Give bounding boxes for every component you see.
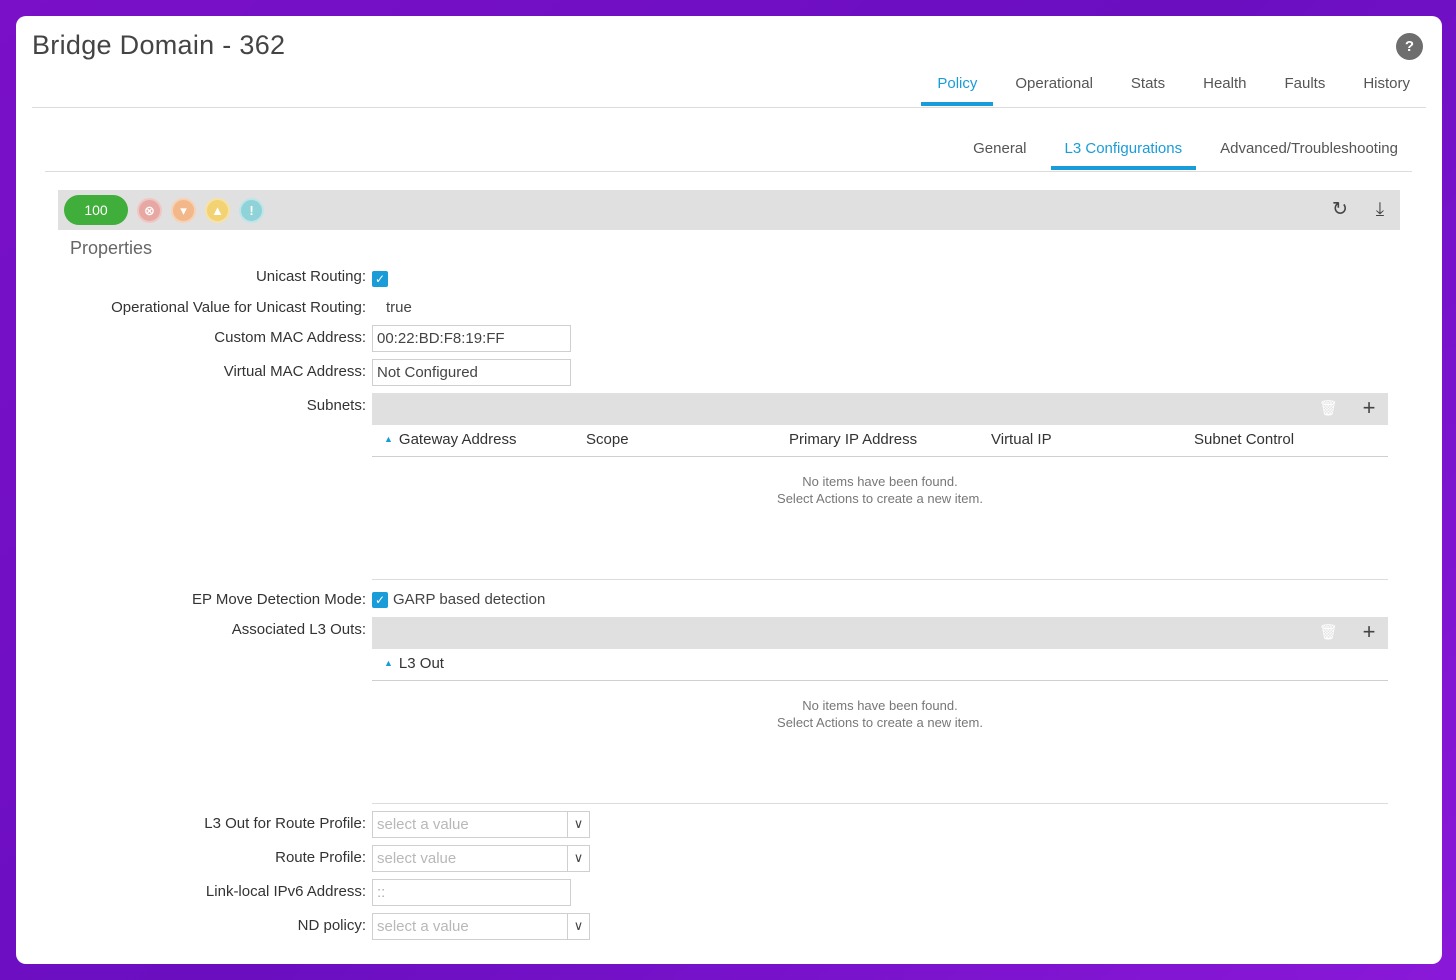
sub-tabs: General L3 Configurations Advanced/Troub…: [949, 132, 1412, 172]
column-primary-ip[interactable]: Primary IP Address: [789, 431, 917, 448]
link-local-ipv6-input[interactable]: ::: [372, 879, 571, 906]
download-icon[interactable]: ⤓: [1368, 198, 1392, 222]
tab-operational[interactable]: Operational: [999, 68, 1109, 106]
tab-history[interactable]: History: [1347, 68, 1426, 106]
garp-detection-label: GARP based detection: [393, 591, 546, 608]
l3outs-empty-message: No items have been found. Select Actions…: [777, 698, 983, 730]
subnets-toolbar: 🗑 +: [372, 393, 1388, 425]
subnets-label: Subnets:: [306, 397, 366, 414]
l3outs-table-bottom: [372, 803, 1388, 804]
l3out-route-profile-label: L3 Out for Route Profile:: [204, 815, 366, 832]
virtual-mac-label: Virtual MAC Address:: [223, 363, 366, 380]
properties-heading: Properties: [70, 238, 153, 258]
add-icon[interactable]: +: [1359, 620, 1379, 644]
chevron-down-icon[interactable]: ∨: [567, 914, 589, 939]
column-l3-out[interactable]: ▲ L3 Out: [384, 655, 444, 672]
add-icon[interactable]: +: [1359, 396, 1379, 420]
subnets-table-bottom: [372, 579, 1388, 580]
virtual-mac-input[interactable]: Not Configured: [372, 359, 571, 386]
route-profile-select[interactable]: select value ∨: [372, 845, 590, 872]
critical-fault-icon[interactable]: ⊗: [137, 198, 162, 223]
help-icon[interactable]: ?: [1396, 33, 1423, 60]
chevron-down-icon[interactable]: ∨: [567, 846, 589, 871]
subnets-table-header: ▲ Gateway Address Scope Primary IP Addres…: [372, 425, 1388, 457]
ep-move-label: EP Move Detection Mode:: [192, 591, 366, 608]
sort-ascending-icon: ▲: [384, 434, 393, 444]
chevron-down-icon[interactable]: ∨: [567, 812, 589, 837]
op-unicast-value: true: [386, 299, 412, 316]
custom-mac-input[interactable]: 00:22:BD:F8:19:FF: [372, 325, 571, 352]
tab-faults[interactable]: Faults: [1268, 68, 1341, 106]
tab-l3-configurations[interactable]: L3 Configurations: [1050, 132, 1197, 170]
tab-general[interactable]: General: [959, 132, 1040, 170]
tab-health[interactable]: Health: [1187, 68, 1262, 106]
main-tabs: Policy Operational Stats Health Faults H…: [915, 68, 1426, 108]
minor-fault-icon[interactable]: ▲: [205, 198, 230, 223]
l3out-route-profile-select[interactable]: select a value ∨: [372, 811, 590, 838]
nd-policy-select[interactable]: select a value ∨: [372, 913, 590, 940]
trash-icon[interactable]: 🗑: [1319, 624, 1338, 642]
sub-tabs-divider: [45, 171, 1412, 172]
link-local-ipv6-label: Link-local IPv6 Address:: [205, 883, 366, 900]
column-subnet-control[interactable]: Subnet Control: [1194, 431, 1294, 448]
health-score-badge[interactable]: 100: [64, 195, 128, 225]
l3outs-table-header: ▲ L3 Out: [372, 649, 1388, 681]
column-virtual-ip[interactable]: Virtual IP: [991, 431, 1052, 448]
assoc-l3-outs-label: Associated L3 Outs:: [231, 621, 366, 638]
fault-summary-bar: 100 ⊗ ▾ ▲ ! ↻ ⤓: [58, 190, 1400, 230]
unicast-routing-label: Unicast Routing:: [255, 268, 366, 285]
main-tabs-divider: [32, 107, 1426, 108]
page-title: Bridge Domain - 362: [32, 30, 286, 60]
op-unicast-label: Operational Value for Unicast Routing:: [111, 299, 366, 316]
garp-detection-checkbox[interactable]: ✓: [372, 592, 388, 608]
trash-icon[interactable]: 🗑: [1319, 400, 1338, 418]
tab-advanced-troubleshooting[interactable]: Advanced/Troubleshooting: [1206, 132, 1412, 170]
major-fault-icon[interactable]: ▾: [171, 198, 196, 223]
nd-policy-label: ND policy:: [297, 917, 366, 934]
l3outs-toolbar: 🗑 +: [372, 617, 1388, 649]
tab-policy[interactable]: Policy: [921, 68, 994, 106]
tab-stats[interactable]: Stats: [1115, 68, 1181, 106]
route-profile-label: Route Profile:: [275, 849, 366, 866]
subnets-empty-message: No items have been found. Select Actions…: [777, 474, 983, 506]
bridge-domain-window: Bridge Domain - 362 ? Policy Operational…: [16, 16, 1442, 964]
custom-mac-label: Custom MAC Address:: [214, 329, 366, 346]
column-scope[interactable]: Scope: [586, 431, 629, 448]
unicast-routing-checkbox[interactable]: ✓: [372, 271, 388, 287]
warning-fault-icon[interactable]: !: [239, 198, 264, 223]
refresh-icon[interactable]: ↻: [1328, 198, 1352, 222]
column-gateway-address[interactable]: ▲ Gateway Address: [384, 431, 516, 448]
sort-ascending-icon: ▲: [384, 658, 393, 668]
